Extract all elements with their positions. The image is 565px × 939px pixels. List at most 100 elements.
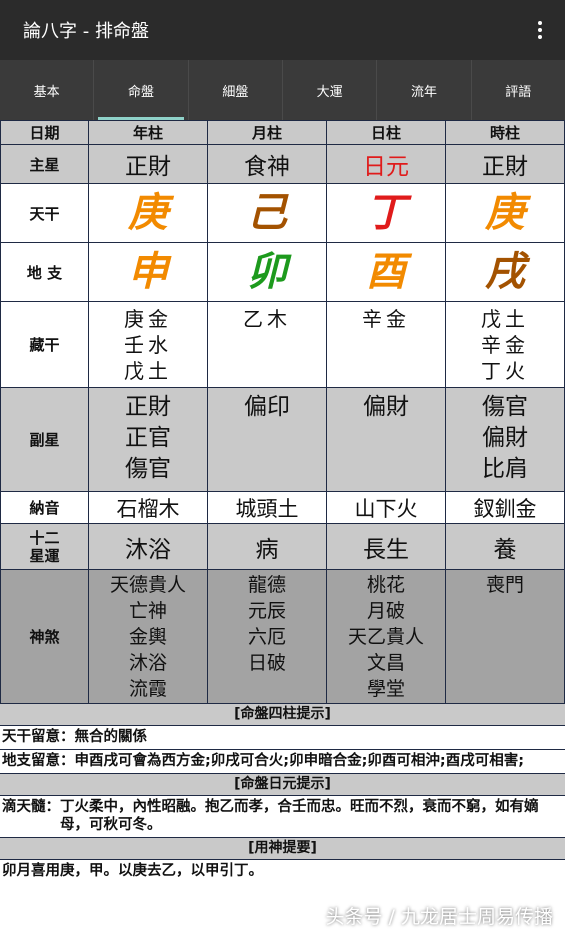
shensha-item: 學堂 <box>366 678 405 700</box>
tab-major-luck[interactable]: 大運 <box>283 60 378 120</box>
row-label: 神煞 <box>0 569 89 704</box>
secondary-stars-row: 副星 正財 正官 傷官 偏印 偏財 傷官 偏財 比肩 <box>0 387 565 492</box>
row-label: 十二 星運 <box>0 523 89 570</box>
earthly-branch-cell: 申 <box>88 242 208 302</box>
secondary-star: 傷官 <box>125 456 171 482</box>
note-text: 申酉戌可會為西方金;卯戌可合火;卯申暗合金;卯酉可相沖;酉戌可相害; <box>74 753 525 769</box>
twelve-stage-cell: 養 <box>445 523 565 570</box>
section-header-day-master: [命盤日元提示] <box>0 773 565 796</box>
tab-bar: 基本 命盤 細盤 大運 流年 評語 <box>0 60 565 120</box>
nayin-cell: 城頭土 <box>207 491 327 524</box>
shensha-item: 桃花 <box>366 574 405 596</box>
shensha-cell: 天德貴人 亡神 金輿 沐浴 流霞 <box>88 569 208 704</box>
watermark: 头条号 / 九龙居士周易传播 <box>325 906 553 928</box>
row-label: 藏干 <box>0 301 89 388</box>
shensha-item: 天乙貴人 <box>347 626 424 648</box>
shensha-item: 月破 <box>366 600 405 622</box>
secondary-star: 正官 <box>125 425 171 451</box>
row-label: 納音 <box>0 491 89 524</box>
hidden-stems-cell: 戊土 辛金 丁火 <box>445 301 565 388</box>
earthly-branch-cell: 戌 <box>445 242 565 302</box>
heavenly-stem-cell: 己 <box>207 183 327 243</box>
note-heavenly-stems: 天干留意： 無合的關係 <box>0 726 565 750</box>
shensha-item: 龍德 <box>247 574 286 596</box>
shensha-item: 亡神 <box>128 600 167 622</box>
main-star-cell: 正財 <box>88 144 208 184</box>
hidden-stems-cell: 辛金 <box>326 301 446 388</box>
hidden-stem: 戊土 <box>481 307 529 331</box>
secondary-stars-cell: 正財 正官 傷官 <box>88 387 208 492</box>
tab-basic[interactable]: 基本 <box>0 60 95 120</box>
nayin-cell: 石榴木 <box>88 491 208 524</box>
earthly-branch-cell: 酉 <box>326 242 446 302</box>
section-header-four-pillars: [命盤四柱提示] <box>0 703 565 726</box>
hidden-stems-row: 藏干 庚金 壬水 戊土 乙木 辛金 戊土 辛金 丁火 <box>0 301 565 388</box>
app-bar: 論八字 - 排命盤 <box>0 0 565 60</box>
heavenly-stem-row: 天干 庚 己 丁 庚 <box>0 183 565 243</box>
row-label: 主星 <box>0 144 89 184</box>
note-ditiansui: 滴天髓： 丁火柔中，內性昭融。抱乙而孝，合壬而忠。旺而不烈，衰而不窮，如有嫡母，… <box>0 796 565 837</box>
tab-detail[interactable]: 細盤 <box>189 60 283 120</box>
heavenly-stem-cell: 庚 <box>445 183 565 243</box>
row-label: 天干 <box>0 183 89 243</box>
shensha-cell: 龍德 元辰 六厄 日破 <box>207 569 327 704</box>
bazi-chart-table: 日期 年柱 月柱 日柱 時柱 主星 正財 食神 日元 正財 天干 庚 己 丁 庚… <box>0 120 565 704</box>
main-star-cell: 食神 <box>207 144 327 184</box>
secondary-star: 偏財 <box>482 425 528 451</box>
row-label-line: 十二 <box>29 528 60 547</box>
chart-notes: [命盤四柱提示] 天干留意： 無合的關係 地支留意： 申酉戌可會為西方金;卯戌可… <box>0 703 565 883</box>
secondary-star: 正財 <box>125 394 171 420</box>
header-year-pillar: 年柱 <box>88 120 208 145</box>
header-hour-pillar: 時柱 <box>445 120 565 145</box>
note-useful-god: 卯月喜用庚，甲。以庚去乙，以甲引丁。 <box>0 860 565 883</box>
secondary-stars-cell: 偏財 <box>326 387 446 492</box>
tab-chart[interactable]: 命盤 <box>94 60 189 120</box>
shensha-item: 金輿 <box>128 626 167 648</box>
note-key: 天干留意： <box>2 729 75 745</box>
shensha-item: 沐浴 <box>128 652 167 674</box>
tab-annual[interactable]: 流年 <box>377 60 472 120</box>
secondary-star: 偏印 <box>244 394 290 420</box>
shensha-cell: 桃花 月破 天乙貴人 文昌 學堂 <box>326 569 446 704</box>
heavenly-stem-cell: 丁 <box>326 183 446 243</box>
shensha-item: 文昌 <box>366 652 405 674</box>
main-star-row: 主星 正財 食神 日元 正財 <box>0 144 565 184</box>
more-vert-icon[interactable] <box>535 18 545 42</box>
row-label: 副星 <box>0 387 89 492</box>
note-key: 滴天髓： <box>2 799 60 815</box>
hidden-stem: 壬水 <box>124 333 172 357</box>
hidden-stem: 丁火 <box>481 359 529 383</box>
main-star-cell: 正財 <box>445 144 565 184</box>
secondary-star: 傷官 <box>482 394 528 420</box>
note-earthly-branches: 地支留意： 申酉戌可會為西方金;卯戌可合火;卯申暗合金;卯酉可相沖;酉戌可相害; <box>0 750 565 773</box>
secondary-stars-cell: 偏印 <box>207 387 327 492</box>
note-text: 無合的關係 <box>74 729 148 745</box>
nayin-cell: 山下火 <box>326 491 446 524</box>
hidden-stem: 庚金 <box>124 307 172 331</box>
twelve-stage-cell: 長生 <box>326 523 446 570</box>
hidden-stem: 戊土 <box>124 359 172 383</box>
twelve-stages-row: 十二 星運 沐浴 病 長生 養 <box>0 523 565 570</box>
header-day-pillar: 日柱 <box>326 120 446 145</box>
hidden-stem: 辛金 <box>481 333 529 357</box>
heavenly-stem-cell: 庚 <box>88 183 208 243</box>
note-text: 丁火柔中，內性昭融。抱乙而孝，合壬而忠。旺而不烈，衰而不窮，如有嫡母，可秋可冬。 <box>60 799 539 833</box>
tab-comments[interactable]: 評語 <box>472 60 565 120</box>
header-date: 日期 <box>0 120 89 145</box>
hidden-stem: 辛金 <box>362 307 410 331</box>
shensha-cell: 喪門 <box>445 569 565 704</box>
app-title: 論八字 - 排命盤 <box>23 21 149 42</box>
secondary-stars-cell: 傷官 偏財 比肩 <box>445 387 565 492</box>
shensha-item: 六厄 <box>247 626 286 648</box>
hidden-stem: 乙木 <box>243 307 291 331</box>
twelve-stage-cell: 病 <box>207 523 327 570</box>
earthly-branch-row: 地 支 申 卯 酉 戌 <box>0 242 565 302</box>
nayin-cell: 釵釧金 <box>445 491 565 524</box>
shensha-item: 日破 <box>247 652 286 674</box>
secondary-star: 偏財 <box>363 394 409 420</box>
note-key: 地支留意： <box>2 753 75 769</box>
shensha-item: 流霞 <box>128 678 167 700</box>
row-label-line: 星運 <box>29 546 60 565</box>
section-header-useful-god: [用神提要] <box>0 837 565 860</box>
nayin-row: 納音 石榴木 城頭土 山下火 釵釧金 <box>0 491 565 524</box>
